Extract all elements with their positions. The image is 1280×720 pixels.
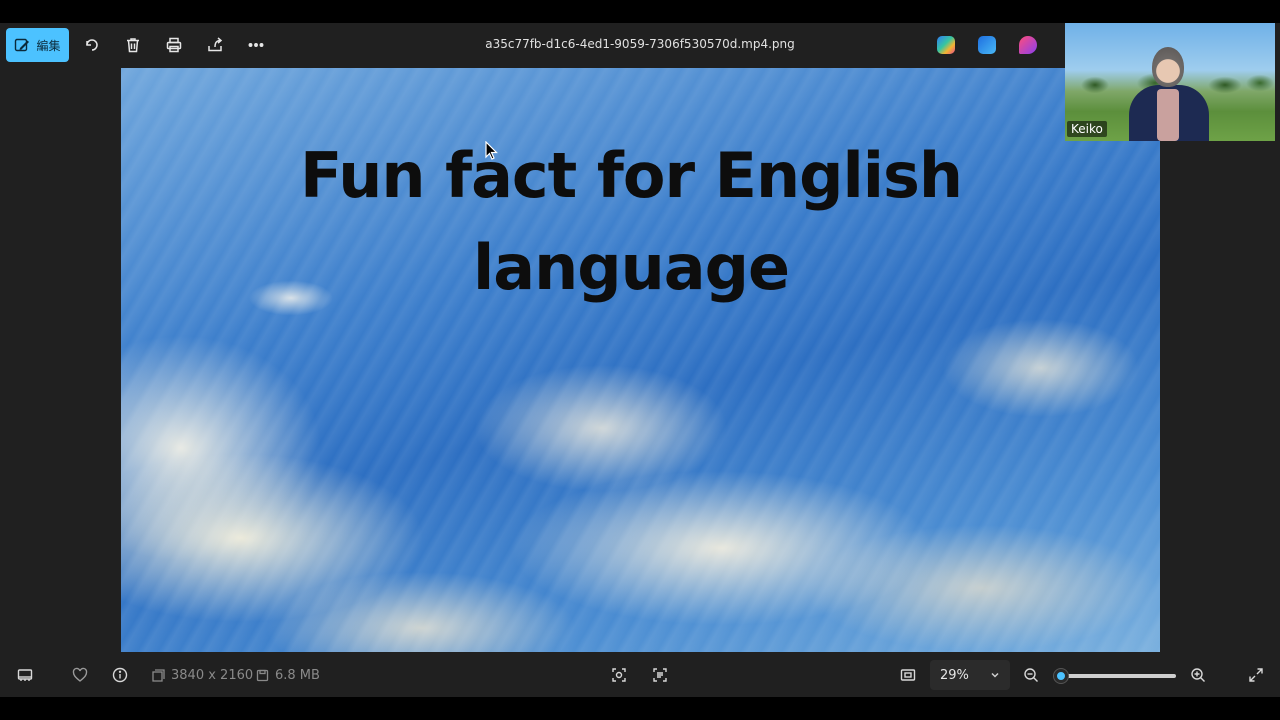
image-dimensions: 3840 x 2160	[152, 668, 253, 683]
delete-button[interactable]	[122, 34, 144, 56]
dimensions-icon	[152, 669, 165, 682]
file-size-icon	[256, 669, 269, 682]
slide-title-line-1: Fun fact for English	[299, 139, 963, 212]
filmstrip-button[interactable]	[15, 665, 35, 685]
print-icon	[166, 37, 182, 53]
filmstrip-icon	[17, 669, 33, 681]
clipchamp-icon[interactable]	[1019, 36, 1037, 54]
info-icon	[112, 667, 128, 683]
rotate-icon	[86, 39, 98, 51]
rotate-button[interactable]	[81, 34, 103, 56]
fullscreen-button[interactable]	[1246, 665, 1266, 685]
zoom-dropdown[interactable]: 29%	[930, 660, 1010, 690]
chevron-down-icon	[991, 672, 999, 678]
file-size: 6.8 MB	[256, 668, 320, 683]
zoom-in-icon	[1191, 668, 1205, 682]
favorite-icon	[72, 667, 88, 682]
delete-icon	[127, 38, 139, 53]
copilot-icon[interactable]	[937, 36, 955, 54]
share-icon	[208, 37, 223, 52]
scan-text-icon	[653, 668, 667, 682]
more-options-button[interactable]	[245, 34, 267, 56]
file-name: a35c77fb-d1c6-4ed1-9059-7306f530570d.mp4…	[485, 37, 795, 51]
share-button[interactable]	[204, 34, 226, 56]
participant-name: Keiko	[1067, 121, 1107, 137]
fit-to-window-button[interactable]	[898, 665, 918, 685]
designer-icon[interactable]	[978, 36, 996, 54]
zoom-out-button[interactable]	[1021, 665, 1041, 685]
zoom-slider-thumb[interactable]	[1054, 669, 1069, 683]
image-dimensions-value: 3840 x 2160	[171, 668, 254, 683]
participant-video[interactable]: Keiko	[1065, 23, 1275, 141]
letterbox-bottom	[0, 697, 1280, 720]
edit-icon	[15, 38, 30, 52]
visual-search-button[interactable]	[609, 665, 629, 685]
info-button[interactable]	[110, 665, 130, 685]
photos-app-window: 編集 a35c77fb-d1c6-4ed1-9059-7306f530570d.…	[0, 23, 1280, 697]
zoom-slider[interactable]	[1054, 669, 1176, 683]
fullscreen-icon	[1249, 668, 1263, 682]
bottom-toolbar: 3840 x 2160 6.8 MB 29%	[0, 652, 1280, 697]
image-canvas[interactable]: Fun fact for English language	[121, 68, 1160, 652]
zoom-value: 29%	[940, 667, 969, 683]
edit-button[interactable]: 編集	[6, 28, 69, 62]
zoom-out-icon	[1024, 668, 1038, 682]
mouse-cursor-icon	[485, 141, 498, 160]
slide-title: Fun fact for English language	[121, 130, 1141, 314]
participant-avatar	[1117, 43, 1217, 141]
edit-button-label: 編集	[36, 38, 61, 53]
fit-icon	[900, 669, 916, 681]
more-icon	[248, 43, 264, 47]
print-button[interactable]	[163, 34, 185, 56]
scan-text-button[interactable]	[650, 665, 670, 685]
letterbox-top	[0, 0, 1280, 23]
file-size-value: 6.8 MB	[275, 668, 320, 683]
ocr-icon	[612, 668, 626, 682]
slide-title-line-2: language	[472, 231, 790, 304]
zoom-in-button[interactable]	[1188, 665, 1208, 685]
favorite-button[interactable]	[70, 665, 90, 685]
